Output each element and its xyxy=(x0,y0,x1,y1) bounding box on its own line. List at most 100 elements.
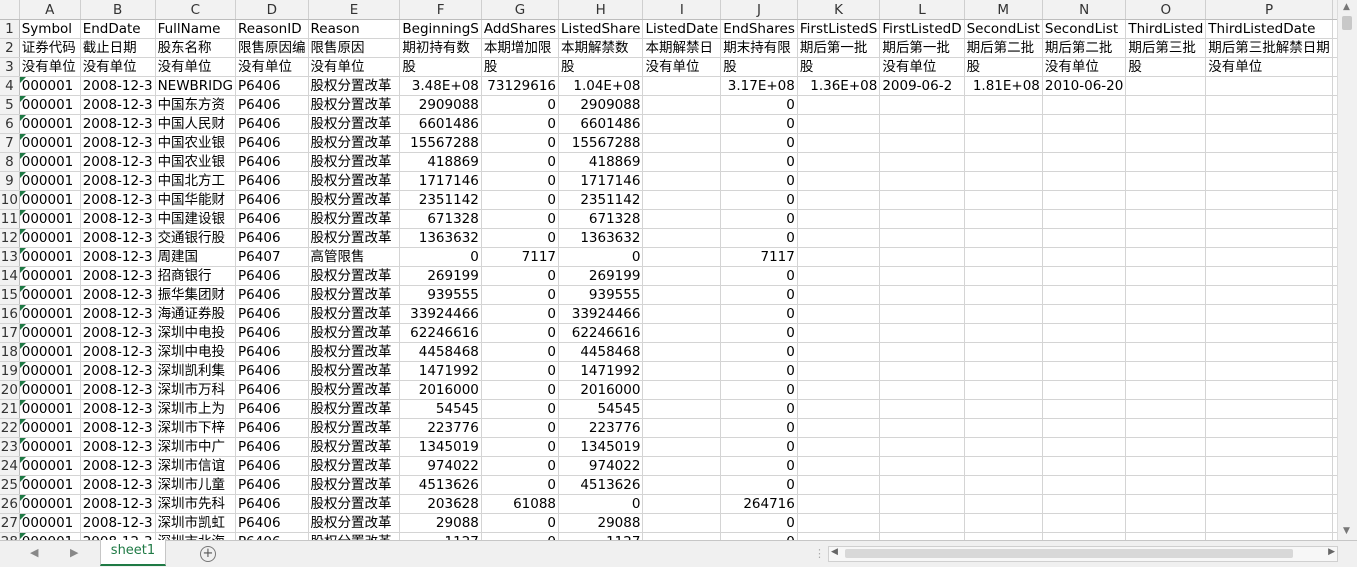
cell-m11[interactable] xyxy=(964,209,1043,229)
cell-i16[interactable] xyxy=(642,304,722,324)
cell-e3[interactable]: 没有单位 xyxy=(308,57,401,77)
cell-k5[interactable] xyxy=(797,95,881,115)
column-header-j[interactable]: J xyxy=(720,0,798,20)
cell-f14[interactable]: 269199 xyxy=(399,266,482,286)
cell-j6[interactable]: 0 xyxy=(720,114,798,134)
cell-c11[interactable]: 中国建设银 xyxy=(155,209,237,229)
cell-h23[interactable]: 1345019 xyxy=(558,437,644,457)
cell-a23[interactable]: 000001 xyxy=(19,437,81,457)
cell-o15[interactable] xyxy=(1125,285,1207,305)
cell-n1[interactable]: SecondList xyxy=(1042,19,1127,39)
cell-l16[interactable] xyxy=(879,304,965,324)
cell-n11[interactable] xyxy=(1042,209,1127,229)
cell-o14[interactable] xyxy=(1125,266,1207,286)
cell-j22[interactable]: 0 xyxy=(720,418,798,438)
cell-n7[interactable] xyxy=(1042,133,1127,153)
cell-i17[interactable] xyxy=(642,323,722,343)
cell-d25[interactable]: P6406 xyxy=(235,475,309,495)
column-header-c[interactable]: C xyxy=(155,0,237,20)
cell-m1[interactable]: SecondList xyxy=(964,19,1043,39)
cell-c21[interactable]: 深圳市上为 xyxy=(155,399,237,419)
cell-i5[interactable] xyxy=(642,95,722,115)
cell-f20[interactable]: 2016000 xyxy=(399,380,482,400)
cell-f6[interactable]: 6601486 xyxy=(399,114,482,134)
cell-h2[interactable]: 本期解禁数 xyxy=(558,38,644,58)
cell-a11[interactable]: 000001 xyxy=(19,209,81,229)
cell-k1[interactable]: FirstListedS xyxy=(797,19,881,39)
cell-j13[interactable]: 7117 xyxy=(720,247,798,267)
cell-j18[interactable]: 0 xyxy=(720,342,798,362)
cell-a12[interactable]: 000001 xyxy=(19,228,81,248)
column-header-n[interactable]: N xyxy=(1042,0,1127,20)
row-header[interactable]: 23 xyxy=(0,437,20,457)
cell-h24[interactable]: 974022 xyxy=(558,456,644,476)
cell-f15[interactable]: 939555 xyxy=(399,285,482,305)
column-header-k[interactable]: K xyxy=(797,0,881,20)
cell-i24[interactable] xyxy=(642,456,722,476)
cell-k13[interactable] xyxy=(797,247,881,267)
cell-b9[interactable]: 2008-12-3 xyxy=(80,171,156,191)
cell-d19[interactable]: P6406 xyxy=(235,361,309,381)
cell-n5[interactable] xyxy=(1042,95,1127,115)
cell-d1[interactable]: ReasonID xyxy=(235,19,309,39)
cell-g10[interactable]: 0 xyxy=(481,190,560,210)
cell-g14[interactable]: 0 xyxy=(481,266,560,286)
row-header[interactable]: 20 xyxy=(0,380,20,400)
cell-c25[interactable]: 深圳市儿童 xyxy=(155,475,237,495)
cell-b1[interactable]: EndDate xyxy=(80,19,156,39)
cell-g8[interactable]: 0 xyxy=(481,152,560,172)
cell-l13[interactable] xyxy=(879,247,965,267)
cell-a7[interactable]: 000001 xyxy=(19,133,81,153)
cell-j20[interactable]: 0 xyxy=(720,380,798,400)
cell-e17[interactable]: 股权分置改革 xyxy=(308,323,401,343)
cell-m22[interactable] xyxy=(964,418,1043,438)
cell-k11[interactable] xyxy=(797,209,881,229)
cell-c2[interactable]: 股东名称 xyxy=(155,38,237,58)
cell-l19[interactable] xyxy=(879,361,965,381)
row-header[interactable]: 12 xyxy=(0,228,20,248)
column-header-d[interactable]: D xyxy=(235,0,309,20)
cell-j21[interactable]: 0 xyxy=(720,399,798,419)
cell-c26[interactable]: 深圳市先科 xyxy=(155,494,237,514)
scroll-down-icon[interactable]: ▼ xyxy=(1343,526,1350,536)
cell-c9[interactable]: 中国北方工 xyxy=(155,171,237,191)
cell-j5[interactable]: 0 xyxy=(720,95,798,115)
scroll-right-icon[interactable]: ▶ xyxy=(1328,547,1335,557)
cell-e5[interactable]: 股权分置改革 xyxy=(308,95,401,115)
cell-n12[interactable] xyxy=(1042,228,1127,248)
cell-f1[interactable]: BeginningS xyxy=(399,19,482,39)
cell-g23[interactable]: 0 xyxy=(481,437,560,457)
cell-p15[interactable] xyxy=(1205,285,1333,305)
cell-f24[interactable]: 974022 xyxy=(399,456,482,476)
cell-e18[interactable]: 股权分置改革 xyxy=(308,342,401,362)
column-header-i[interactable]: I xyxy=(642,0,722,20)
cell-o20[interactable] xyxy=(1125,380,1207,400)
cell-m23[interactable] xyxy=(964,437,1043,457)
cell-g1[interactable]: AddShares xyxy=(481,19,560,39)
cell-h27[interactable]: 29088 xyxy=(558,513,644,533)
vertical-scroll-thumb[interactable] xyxy=(1342,16,1352,30)
cell-h6[interactable]: 6601486 xyxy=(558,114,644,134)
cell-b12[interactable]: 2008-12-3 xyxy=(80,228,156,248)
cell-k24[interactable] xyxy=(797,456,881,476)
row-header[interactable]: 9 xyxy=(0,171,20,191)
cell-f4[interactable]: 3.48E+08 xyxy=(399,76,482,96)
row-header[interactable]: 4 xyxy=(0,76,20,96)
cell-l6[interactable] xyxy=(879,114,965,134)
column-header-h[interactable]: H xyxy=(558,0,644,20)
cell-n6[interactable] xyxy=(1042,114,1127,134)
cell-p5[interactable] xyxy=(1205,95,1333,115)
cell-o8[interactable] xyxy=(1125,152,1207,172)
cell-d5[interactable]: P6406 xyxy=(235,95,309,115)
row-header[interactable]: 10 xyxy=(0,190,20,210)
cell-g27[interactable]: 0 xyxy=(481,513,560,533)
cell-g2[interactable]: 本期增加限 xyxy=(481,38,560,58)
cell-a21[interactable]: 000001 xyxy=(19,399,81,419)
cell-c24[interactable]: 深圳市信谊 xyxy=(155,456,237,476)
cell-h12[interactable]: 1363632 xyxy=(558,228,644,248)
cell-d21[interactable]: P6406 xyxy=(235,399,309,419)
cell-i25[interactable] xyxy=(642,475,722,495)
cell-o1[interactable]: ThirdListed xyxy=(1125,19,1207,39)
cell-l10[interactable] xyxy=(879,190,965,210)
cell-o21[interactable] xyxy=(1125,399,1207,419)
